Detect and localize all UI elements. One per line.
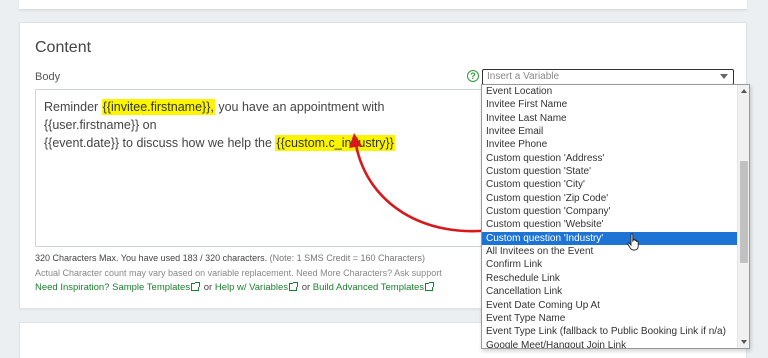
variable-option[interactable]: Event Date Coming Up At (482, 299, 738, 312)
character-count-text: 320 Characters Max. You have used 183 / … (35, 253, 268, 263)
variable-option[interactable]: Custom question 'Website' (482, 218, 738, 231)
hand-pointer-icon (627, 233, 639, 251)
external-link-icon (191, 282, 201, 291)
variable-option[interactable]: Confirm Link (482, 258, 738, 271)
external-link-icon (289, 282, 299, 291)
variable-options: Event Location Invitee First Name Invitee … (482, 85, 738, 348)
message-text: {{event.date}} to discuss how we help th… (44, 136, 276, 150)
body-label: Body (35, 71, 61, 83)
variable-option[interactable]: Custom question 'State' (482, 165, 738, 178)
insert-variable-select[interactable]: Insert a Variable (482, 69, 734, 85)
need-inspiration-link[interactable]: Need Inspiration? (35, 282, 109, 293)
scroll-down-icon[interactable] (741, 340, 747, 344)
variable-option[interactable]: All Invitees on the Event (482, 245, 738, 258)
question-circle-icon[interactable]: ? (467, 70, 479, 82)
message-body-textarea[interactable]: Reminder {{invitee.firstname}}, you have… (35, 89, 485, 247)
variable-option[interactable]: Google Meet/Hangout Join Link (482, 339, 738, 348)
external-link-icon (425, 282, 435, 291)
variable-option[interactable]: Custom question 'Address' (482, 152, 738, 165)
or-text: or (203, 282, 213, 293)
or-text: or (301, 282, 311, 293)
variable-option[interactable]: Custom question 'Industry' (482, 231, 738, 246)
previous-card (19, 0, 747, 10)
variable-custom-industry: {{custom.c_industry}} (275, 135, 395, 151)
character-counter: 320 Characters Max. You have used 183 / … (35, 253, 425, 263)
variable-option[interactable]: Event Type Link (fallback to Public Book… (482, 325, 738, 338)
build-advanced-templates-link[interactable]: Build Advanced Templates (313, 282, 424, 293)
variable-option[interactable]: Reschedule Link (482, 272, 738, 285)
variable-replacement-note: Actual Character count may vary based on… (35, 268, 442, 278)
sms-credit-note: (Note: 1 SMS Credit = 160 Characters) (269, 253, 425, 263)
variable-option[interactable]: Invitee Last Name (482, 112, 738, 125)
variable-option[interactable]: Invitee Phone (482, 138, 738, 151)
help-links: Need Inspiration? Sample Templates or He… (35, 282, 435, 293)
scroll-up-icon[interactable] (741, 89, 747, 93)
variable-option[interactable]: Custom question 'City' (482, 178, 738, 191)
variable-option[interactable]: Event Type Name (482, 312, 738, 325)
variable-option[interactable]: Invitee Email (482, 125, 738, 138)
variable-option[interactable]: Invitee First Name (482, 98, 738, 111)
variable-invitee-firstname: {{invitee.firstname}}, (101, 99, 215, 115)
chevron-down-icon (720, 74, 728, 79)
sample-templates-link[interactable]: Sample Templates (112, 282, 190, 293)
variable-option[interactable]: Custom question 'Zip Code' (482, 192, 738, 205)
help-variables-link[interactable]: Help w/ Variables (215, 282, 288, 293)
variable-option[interactable]: Custom question 'Company' (482, 205, 738, 218)
dropdown-scrollbar[interactable] (737, 85, 749, 348)
message-text: Reminder (44, 100, 102, 114)
insert-variable-placeholder: Insert a Variable (487, 71, 560, 82)
scrollbar-thumb[interactable] (740, 161, 748, 263)
section-title: Content (35, 39, 92, 56)
variable-option[interactable]: Event Location (482, 85, 738, 98)
variable-dropdown-list[interactable]: Event Location Invitee First Name Invitee … (481, 84, 750, 349)
variable-option[interactable]: Cancellation Link (482, 285, 738, 298)
